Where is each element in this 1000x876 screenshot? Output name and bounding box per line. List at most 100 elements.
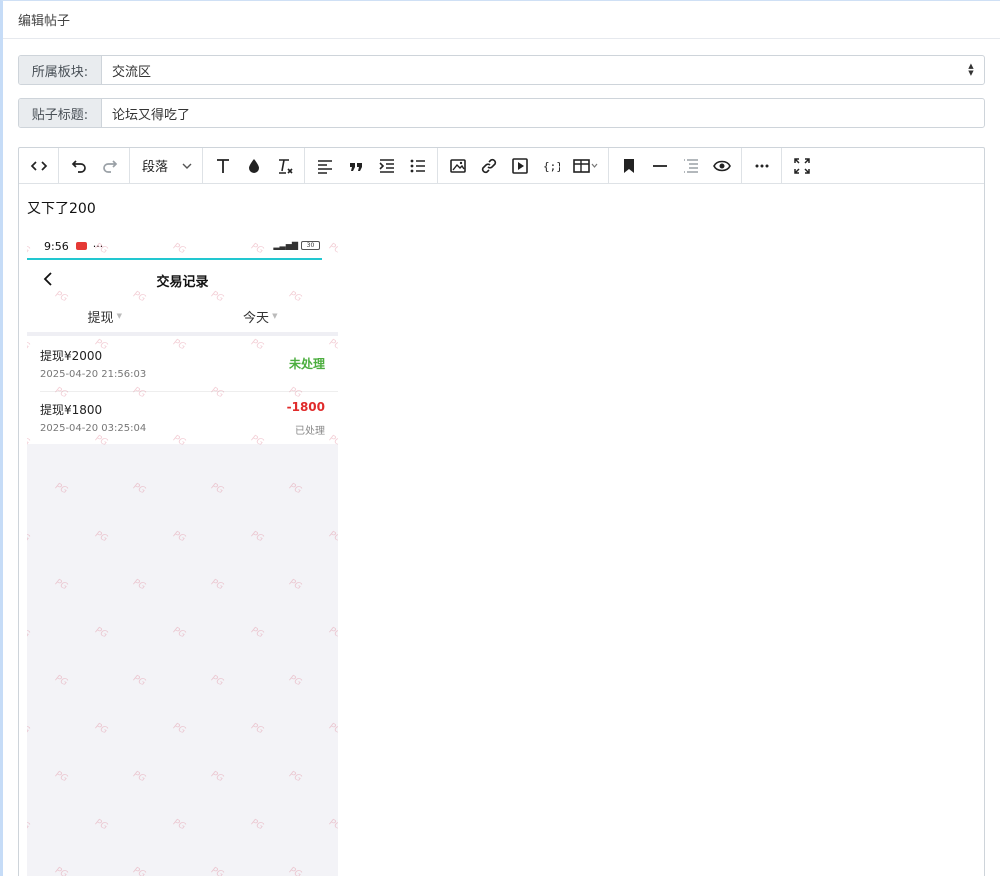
watermark-mark: PG bbox=[131, 673, 148, 689]
transaction-status: 未处理 bbox=[288, 357, 325, 371]
watermark-mark: PG bbox=[27, 721, 32, 737]
phone-filter-bar: 提现 ▼ 今天 ▼ bbox=[27, 300, 338, 336]
filter-date-caret-icon: ▼ bbox=[272, 312, 278, 320]
watermark-mark: PG bbox=[53, 769, 70, 785]
board-label: 所属板块: bbox=[19, 56, 102, 84]
watermark-mark: PG bbox=[93, 529, 110, 545]
board-value[interactable]: 交流区 bbox=[102, 56, 958, 84]
code-view-icon[interactable] bbox=[23, 151, 54, 181]
font-size-icon[interactable] bbox=[207, 151, 238, 181]
title-label: 贴子标题: bbox=[19, 99, 102, 127]
watermark-mark: PG bbox=[27, 529, 32, 545]
undo-icon[interactable] bbox=[63, 151, 94, 181]
clear-format-icon[interactable] bbox=[269, 151, 300, 181]
transaction-date: 2025-04-20 03:25:04 bbox=[40, 423, 147, 434]
phone-nav-title: 交易记录 bbox=[156, 274, 209, 290]
rich-text-editor[interactable]: 段落 {;} bbox=[18, 147, 985, 876]
watermark-mark: PG bbox=[131, 865, 148, 876]
watermark-mark: PG bbox=[171, 817, 188, 833]
svg-text:{;}: {;} bbox=[543, 160, 560, 173]
watermark-mark: PG bbox=[171, 529, 188, 545]
watermark-mark: PG bbox=[171, 625, 188, 641]
bullet-list-icon[interactable] bbox=[402, 151, 433, 181]
align-left-icon[interactable] bbox=[309, 151, 340, 181]
watermark-mark: PG bbox=[93, 721, 110, 737]
watermark-mark: PG bbox=[287, 865, 304, 876]
watermark-mark: PG bbox=[93, 625, 110, 641]
edit-post-page: 编辑帖子 所属板块: 交流区 ▲ ▼ 贴子标题: 论坛又得吃了 段落 {; 又下… bbox=[0, 0, 1000, 876]
battery-icon: 30 bbox=[301, 241, 320, 250]
insert-table-icon[interactable] bbox=[566, 151, 604, 181]
status-time: 9:56 bbox=[44, 239, 69, 253]
watermark-mark: PG bbox=[209, 577, 226, 593]
signal-icon: ▂▃▅▇ bbox=[273, 241, 298, 250]
watermark-mark: PG bbox=[249, 817, 266, 833]
watermark-mark: PG bbox=[209, 481, 226, 497]
insert-image-icon[interactable] bbox=[442, 151, 473, 181]
watermark-mark: PG bbox=[27, 625, 32, 641]
watermark-mark: PG bbox=[249, 625, 266, 641]
paragraph-label: 段落 bbox=[142, 160, 169, 175]
redo-icon[interactable] bbox=[94, 151, 125, 181]
embedded-screenshot: 9:56 ··· ▂▃▅▇ 30 交易记录 提现 ▼ 今天 ▼ 提现¥2000 … bbox=[27, 234, 338, 876]
select-caret-icon: ▲ ▼ bbox=[968, 62, 974, 77]
title-value[interactable]: 论坛又得吃了 bbox=[102, 99, 984, 127]
transaction-date: 2025-04-20 21:56:03 bbox=[40, 369, 147, 380]
watermark-mark: PG bbox=[53, 865, 70, 876]
watermark-mark: PG bbox=[327, 529, 338, 545]
watermark-mark: PG bbox=[209, 673, 226, 689]
watermark-mark: PG bbox=[287, 769, 304, 785]
editor-toolbar: 段落 {;} bbox=[19, 148, 984, 184]
post-text: 又下了200 bbox=[27, 201, 96, 217]
transaction-title: 提现¥2000 bbox=[40, 349, 103, 363]
indent-icon[interactable] bbox=[371, 151, 402, 181]
watermark-mark: PG bbox=[53, 673, 70, 689]
watermark-mark: PG bbox=[53, 577, 70, 593]
blockquote-icon[interactable] bbox=[340, 151, 371, 181]
paragraph-select[interactable]: 段落 bbox=[134, 151, 198, 181]
watermark-mark: PG bbox=[287, 577, 304, 593]
watermark-mark: PG bbox=[287, 481, 304, 497]
insert-video-icon[interactable] bbox=[504, 151, 535, 181]
watermark-mark: PG bbox=[131, 769, 148, 785]
bookmark-icon[interactable] bbox=[613, 151, 644, 181]
more-icon[interactable] bbox=[746, 151, 777, 181]
filter-date: 今天 ▼ bbox=[243, 310, 278, 326]
transaction-amount: -1800 bbox=[286, 400, 325, 414]
watermark-mark: PG bbox=[327, 721, 338, 737]
watermark-mark: PG bbox=[287, 673, 304, 689]
chevron-down-icon bbox=[182, 163, 192, 169]
board-select[interactable]: 所属板块: 交流区 ▲ ▼ bbox=[18, 55, 985, 85]
record-indicator-icon bbox=[75, 242, 87, 250]
watermark-mark: PG bbox=[171, 721, 188, 737]
transaction-row: 提现¥2000 2025-04-20 21:56:03 未处理 bbox=[40, 338, 338, 391]
title-input[interactable]: 贴子标题: 论坛又得吃了 bbox=[18, 98, 985, 128]
status-indicators: ▂▃▅▇ 30 bbox=[273, 241, 320, 250]
preview-eye-icon[interactable] bbox=[706, 151, 737, 181]
watermark-mark: PG bbox=[249, 529, 266, 545]
watermark-mark: PG bbox=[249, 721, 266, 737]
filter-type-caret-icon: ▼ bbox=[116, 312, 122, 320]
code-block-icon[interactable]: {;} bbox=[535, 151, 566, 181]
battery-level: 30 bbox=[306, 242, 315, 249]
editor-content[interactable]: 又下了200 9:56 ··· ▂▃▅▇ 30 交易记录 提现 ▼ 今天 ▼ 提… bbox=[19, 184, 984, 876]
watermark-mark: PG bbox=[209, 865, 226, 876]
divider-icon[interactable] bbox=[644, 151, 675, 181]
filter-type: 提现 ▼ bbox=[87, 310, 122, 326]
transaction-row: 提现¥1800 2025-04-20 03:25:04 -1800 已处理 bbox=[40, 391, 338, 444]
back-arrow-icon bbox=[43, 272, 52, 286]
watermark-mark: PG bbox=[209, 769, 226, 785]
font-color-icon[interactable] bbox=[238, 151, 269, 181]
watermark-mark: PG bbox=[131, 577, 148, 593]
watermark-mark: PG bbox=[93, 817, 110, 833]
card-header: 编辑帖子 bbox=[3, 1, 1000, 39]
watermark-mark: PG bbox=[53, 481, 70, 497]
transaction-status: 已处理 bbox=[295, 426, 325, 437]
todo-list-icon[interactable] bbox=[675, 151, 706, 181]
transaction-title: 提现¥1800 bbox=[40, 403, 103, 417]
fullscreen-icon[interactable] bbox=[786, 151, 817, 181]
watermark-mark: PG bbox=[327, 817, 338, 833]
page-title: 编辑帖子 bbox=[18, 14, 71, 29]
insert-link-icon[interactable] bbox=[473, 151, 504, 181]
watermark-mark: PG bbox=[327, 625, 338, 641]
